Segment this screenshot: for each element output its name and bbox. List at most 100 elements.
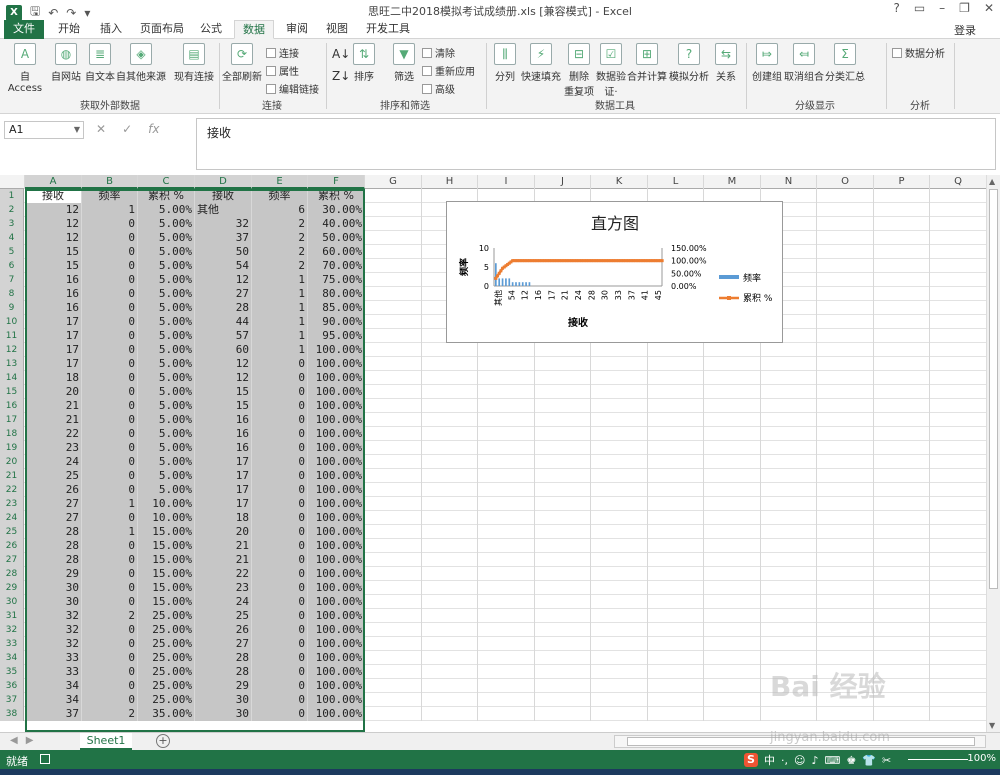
- cell-frequency[interactable]: 0: [82, 637, 138, 651]
- cell-empty[interactable]: [930, 511, 986, 525]
- tab-formulas[interactable]: 公式: [194, 20, 228, 39]
- cell-empty[interactable]: [704, 623, 761, 637]
- cell-empty[interactable]: [761, 497, 817, 511]
- row-header[interactable]: 30: [0, 595, 24, 609]
- cell-empty[interactable]: [365, 651, 422, 665]
- cell-receive[interactable]: 37: [25, 707, 82, 721]
- cell-receive-sorted[interactable]: 30: [195, 707, 252, 721]
- cell-empty[interactable]: [817, 651, 874, 665]
- cell-empty[interactable]: [761, 455, 817, 469]
- cell-empty[interactable]: [648, 609, 704, 623]
- row-header[interactable]: 38: [0, 707, 24, 721]
- cell-receive-sorted[interactable]: 16: [195, 441, 252, 455]
- cell-cumulative-percent[interactable]: 5.00%: [138, 371, 195, 385]
- subtotal-button[interactable]: Σ 分类汇总: [824, 43, 866, 83]
- sogou-icon[interactable]: S: [744, 753, 758, 767]
- cell-empty[interactable]: [535, 413, 591, 427]
- cell-empty[interactable]: [704, 399, 761, 413]
- cell-frequency[interactable]: 0: [82, 665, 138, 679]
- cell-empty[interactable]: [422, 539, 478, 553]
- cell-empty[interactable]: [930, 441, 986, 455]
- login-link[interactable]: 登录: [954, 22, 976, 38]
- cell-empty[interactable]: [365, 567, 422, 581]
- cell-cumulative-percent[interactable]: 15.00%: [138, 595, 195, 609]
- tab-data[interactable]: 数据: [234, 20, 274, 39]
- cell-cumulative-percent-sorted[interactable]: 100.00%: [308, 469, 365, 483]
- cell-empty[interactable]: [365, 525, 422, 539]
- cell-receive[interactable]: 18: [25, 371, 82, 385]
- cell-empty[interactable]: [478, 609, 535, 623]
- cell-cumulative-percent[interactable]: 5.00%: [138, 231, 195, 245]
- cell-empty[interactable]: [535, 441, 591, 455]
- cell-empty[interactable]: [761, 427, 817, 441]
- cell-empty[interactable]: [761, 567, 817, 581]
- cell-frequency-sorted[interactable]: 0: [252, 525, 308, 539]
- cell-frequency-sorted[interactable]: 0: [252, 679, 308, 693]
- cell-empty[interactable]: [817, 581, 874, 595]
- cell-empty[interactable]: [648, 553, 704, 567]
- row-header[interactable]: 6: [0, 259, 24, 273]
- cell-receive[interactable]: 17: [25, 329, 82, 343]
- cell-receive[interactable]: 23: [25, 441, 82, 455]
- row-header[interactable]: 14: [0, 371, 24, 385]
- cell-frequency[interactable]: 2: [82, 609, 138, 623]
- cell-empty[interactable]: [365, 231, 422, 245]
- cell-empty[interactable]: [365, 679, 422, 693]
- from-other-sources-button[interactable]: ◈ 自其他来源: [116, 43, 166, 83]
- cell-empty[interactable]: [704, 595, 761, 609]
- cell-cumulative-percent[interactable]: 25.00%: [138, 665, 195, 679]
- cell-cumulative-percent-sorted[interactable]: 100.00%: [308, 637, 365, 651]
- cell-empty[interactable]: [365, 259, 422, 273]
- cell-empty[interactable]: [591, 637, 648, 651]
- cell-empty[interactable]: [648, 623, 704, 637]
- cell-empty[interactable]: [365, 469, 422, 483]
- cell-empty[interactable]: [365, 315, 422, 329]
- row-header[interactable]: 19: [0, 441, 24, 455]
- cell-empty[interactable]: [591, 693, 648, 707]
- cell-cumulative-percent[interactable]: 5.00%: [138, 245, 195, 259]
- cell-empty[interactable]: [761, 413, 817, 427]
- minimize-button[interactable]: –: [939, 1, 945, 15]
- cell-cumulative-percent-sorted[interactable]: 100.00%: [308, 707, 365, 721]
- cell-receive[interactable]: 28: [25, 553, 82, 567]
- cell-cumulative-percent-sorted[interactable]: 85.00%: [308, 301, 365, 315]
- cell-cumulative-percent-sorted[interactable]: 100.00%: [308, 511, 365, 525]
- row-header[interactable]: 33: [0, 637, 24, 651]
- cell-cumulative-percent[interactable]: 10.00%: [138, 511, 195, 525]
- cell-receive[interactable]: 15: [25, 259, 82, 273]
- cell-empty[interactable]: [591, 595, 648, 609]
- cell-empty[interactable]: [535, 581, 591, 595]
- row-header[interactable]: 15: [0, 385, 24, 399]
- cell-cumulative-percent[interactable]: 5.00%: [138, 357, 195, 371]
- cell-empty[interactable]: [761, 441, 817, 455]
- cell-cumulative-percent-sorted[interactable]: 100.00%: [308, 343, 365, 357]
- cell-cumulative-percent[interactable]: 15.00%: [138, 539, 195, 553]
- relationships-button[interactable]: ⇆ 关系: [712, 43, 740, 83]
- cell-empty[interactable]: [874, 511, 930, 525]
- cell-empty[interactable]: [648, 581, 704, 595]
- cell-empty[interactable]: [591, 567, 648, 581]
- column-header-q[interactable]: Q: [930, 175, 986, 189]
- cell-empty[interactable]: [704, 567, 761, 581]
- cell-frequency-sorted[interactable]: 1: [252, 273, 308, 287]
- data-validation-button[interactable]: ☑ 数据验 证·: [596, 43, 626, 98]
- cell-receive[interactable]: 29: [25, 567, 82, 581]
- cell-empty[interactable]: [648, 399, 704, 413]
- row-header[interactable]: 34: [0, 651, 24, 665]
- cell-frequency-sorted[interactable]: 0: [252, 553, 308, 567]
- tab-review[interactable]: 审阅: [280, 20, 314, 39]
- tools-icon[interactable]: ✂: [882, 754, 891, 767]
- cell-empty[interactable]: [422, 553, 478, 567]
- cell-empty[interactable]: [874, 231, 930, 245]
- cell-cumulative-percent[interactable]: 5.00%: [138, 343, 195, 357]
- cell-frequency-sorted[interactable]: 0: [252, 581, 308, 595]
- cell-cumulative-percent-sorted[interactable]: 100.00%: [308, 455, 365, 469]
- cell-empty[interactable]: [535, 357, 591, 371]
- cell-empty[interactable]: [648, 707, 704, 721]
- cell-receive[interactable]: 12: [25, 217, 82, 231]
- cell-empty[interactable]: [874, 497, 930, 511]
- cell-empty[interactable]: [761, 399, 817, 413]
- cell-frequency[interactable]: 0: [82, 343, 138, 357]
- cell-empty[interactable]: [365, 637, 422, 651]
- cell-frequency-sorted[interactable]: 2: [252, 217, 308, 231]
